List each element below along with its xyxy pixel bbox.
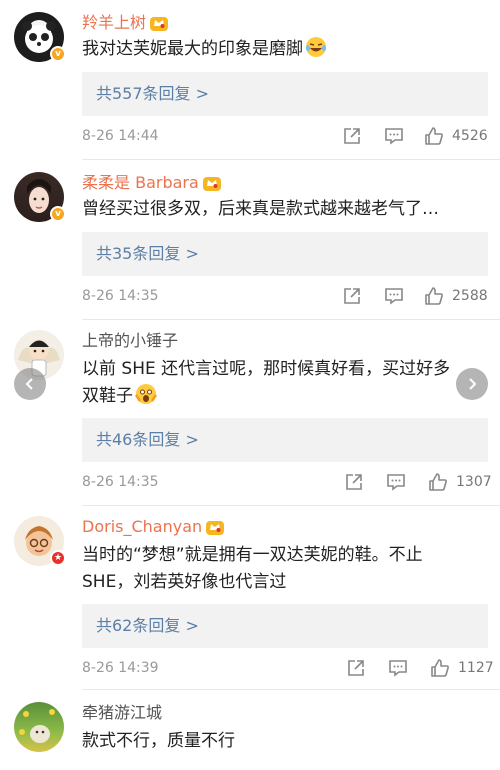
like-button[interactable]: 2588 — [424, 286, 488, 306]
comment-username[interactable]: 牵猪游江城 — [82, 703, 162, 723]
scared-emoji-icon — [135, 384, 157, 404]
share-icon[interactable] — [344, 472, 364, 492]
like-count: 1127 — [458, 660, 494, 676]
vip-crown-icon — [150, 17, 169, 31]
comment-item: ★ Doris_Chanyan 当时的“梦想”就是拥有一双达芙妮的鞋。不止 SH… — [0, 506, 500, 690]
like-count: 4526 — [452, 128, 488, 144]
thumbs-up-icon — [429, 473, 447, 491]
prev-arrow-button[interactable] — [14, 368, 46, 400]
like-count: 2588 — [452, 288, 488, 304]
comment-icon[interactable] — [384, 126, 404, 146]
comment-time: 8-26 14:39 — [82, 660, 159, 676]
view-replies-button[interactable]: 共557条回复 > — [82, 72, 488, 116]
chevron-left-icon — [25, 378, 33, 390]
dog-avatar-icon — [19, 709, 55, 743]
comment-time: 8-26 14:44 — [82, 128, 159, 144]
comment-text: 曾经买过很多双，后来真是款式越来越老气了… — [82, 199, 439, 219]
verified-badge-icon: v — [50, 46, 66, 62]
comment-icon[interactable] — [386, 472, 406, 492]
comment-icon[interactable] — [388, 658, 408, 678]
comment-text: 款式不行，质量不行 — [82, 731, 235, 751]
like-button[interactable]: 1127 — [430, 658, 494, 678]
like-button[interactable]: 1307 — [428, 472, 492, 492]
share-icon[interactable] — [342, 126, 362, 146]
comment-text: 当时的“梦想”就是拥有一双达芙妮的鞋。不止 SHE，刘若英好像也代言过 — [82, 545, 423, 592]
comment-item: 牵猪游江城 款式不行，质量不行 — [0, 690, 500, 770]
comment-meta: 8-26 14:44 4526 — [82, 126, 488, 146]
verified-badge-icon: ★ — [50, 550, 66, 566]
comment-item: 上帝的小锤子 以前 SHE 还代言过呢，那时候真好看，买过好多 双鞋子 共46条… — [0, 320, 500, 506]
comment-meta: 8-26 14:39 1127 — [82, 658, 494, 678]
thumbs-up-icon — [431, 659, 449, 677]
view-replies-button[interactable]: 共62条回复 > — [82, 604, 488, 648]
comment-text: 我对达芙妮最大的印象是磨脚 — [82, 36, 482, 63]
thumbs-up-icon — [425, 127, 443, 145]
comment-username[interactable]: 上帝的小锤子 — [82, 331, 178, 351]
next-arrow-button[interactable] — [456, 368, 488, 400]
vip-crown-icon — [206, 521, 225, 535]
view-replies-button[interactable]: 共35条回复 > — [82, 232, 488, 276]
avatar[interactable] — [14, 702, 64, 752]
vip-crown-icon — [202, 177, 221, 191]
comment-icon[interactable] — [384, 286, 404, 306]
chevron-right-icon — [469, 378, 477, 390]
comment-meta: 8-26 14:35 1307 — [82, 472, 492, 492]
comment-time: 8-26 14:35 — [82, 474, 159, 490]
like-count: 1307 — [456, 474, 492, 490]
view-replies-button[interactable]: 共46条回复 > — [82, 418, 488, 462]
share-icon[interactable] — [346, 658, 366, 678]
share-icon[interactable] — [342, 286, 362, 306]
comment-username[interactable]: Doris_Chanyan — [82, 517, 225, 537]
comment-username[interactable]: 羚羊上树 — [82, 13, 169, 33]
comment-time: 8-26 14:35 — [82, 288, 159, 304]
laugh-cry-emoji-icon — [306, 37, 326, 57]
comment-text: 以前 SHE 还代言过呢，那时候真好看，买过好多 双鞋子 — [82, 359, 451, 406]
comment-username[interactable]: 柔柔是 Barbara — [82, 173, 221, 193]
comment-item: v 羚羊上树 我对达芙妮最大的印象是磨脚 共557条回复 > 8-26 14:4… — [0, 0, 500, 160]
verified-badge-icon: v — [50, 206, 66, 222]
like-button[interactable]: 4526 — [424, 126, 488, 146]
thumbs-up-icon — [425, 287, 443, 305]
comment-meta: 8-26 14:35 2588 — [82, 286, 488, 306]
comment-item: v 柔柔是 Barbara 曾经买过很多双，后来真是款式越来越老气了… 共35条… — [0, 160, 500, 320]
